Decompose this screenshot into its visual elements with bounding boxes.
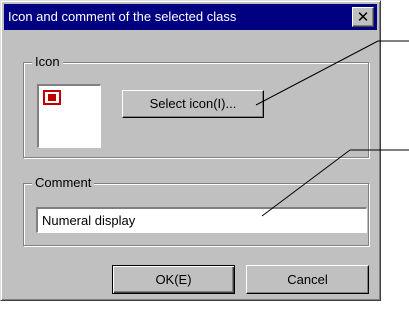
close-icon: ✕ [356,8,370,26]
select-icon-button-label: Select icon(I)... [149,96,237,111]
icon-comment-dialog: Icon and comment of the selected class ✕… [0,0,381,301]
comment-group-label: Comment [32,175,95,191]
dialog-title: Icon and comment of the selected class [8,9,237,24]
ok-button-label: OK(E) [155,272,192,287]
close-button[interactable]: ✕ [352,7,374,27]
class-icon [43,90,61,105]
select-icon-button[interactable]: Select icon(I)... [122,90,264,118]
icon-group-label: Icon [32,54,63,70]
cancel-button-label: Cancel [287,272,328,287]
icon-preview[interactable] [37,84,101,148]
comment-input[interactable] [36,207,367,233]
dialog-titlebar[interactable]: Icon and comment of the selected class ✕ [4,4,377,30]
ok-button[interactable]: OK(E) [112,265,235,294]
cancel-button[interactable]: Cancel [246,265,369,294]
